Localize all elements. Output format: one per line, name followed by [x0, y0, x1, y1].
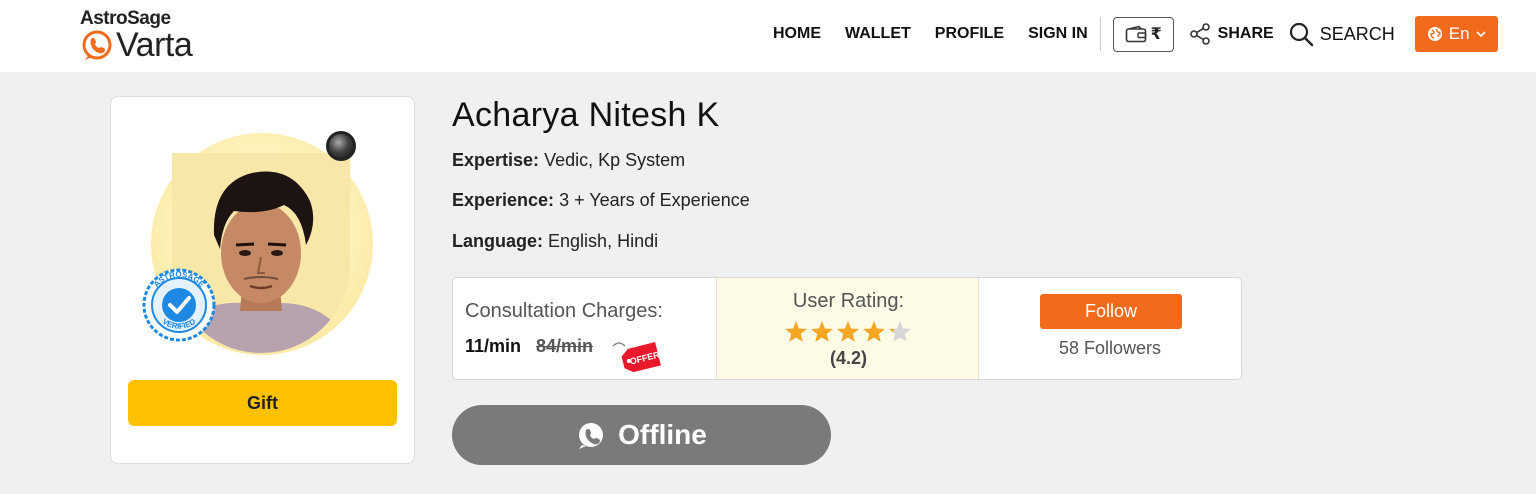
- rating-star-3: [837, 321, 859, 342]
- charges-old-price: 84/min: [536, 336, 594, 356]
- rupee-symbol: ₹: [1150, 26, 1162, 43]
- phone-chat-icon: [579, 423, 604, 449]
- language-label: En: [1448, 24, 1470, 43]
- top-header: AstroSage Varta HOME WALLET PROFILE SIGN…: [0, 0, 1536, 72]
- main-nav: HOME WALLET PROFILE SIGN IN ₹ SHARE SEAR…: [773, 16, 1498, 52]
- expertise-row: Expertise: Vedic, Kp System: [452, 150, 685, 171]
- followers-count: 58 Followers: [1058, 338, 1162, 358]
- nav-divider: [1099, 17, 1101, 51]
- phone-chat-icon: [82, 30, 112, 60]
- follow-section: Follow 58 Followers: [979, 278, 1241, 379]
- stats-box: Consultation Charges: 11/min 84/min OFFE…: [452, 277, 1242, 380]
- nav-wallet[interactable]: WALLET: [845, 25, 911, 43]
- language-dropdown[interactable]: En: [1414, 16, 1498, 52]
- verified-badge-icon: ASTROSAGE VERIFIED: [142, 268, 216, 342]
- expertise-value: Vedic, Kp System: [544, 150, 686, 170]
- search-icon: [1289, 22, 1313, 47]
- language-value: English, Hindi: [548, 231, 659, 251]
- rating-star-2: [811, 321, 833, 342]
- rating-value: (4.2): [829, 348, 867, 368]
- offline-label: Offline: [618, 419, 707, 450]
- experience-label: Experience:: [452, 190, 555, 210]
- wallet-button[interactable]: ₹: [1112, 16, 1174, 52]
- user-rating: User Rating: (4.2): [716, 278, 979, 379]
- charges-price: 11/min: [465, 336, 522, 356]
- offline-status-button[interactable]: Offline: [452, 405, 831, 465]
- nav-profile[interactable]: PROFILE: [935, 25, 1004, 43]
- astrosage-varta-logo[interactable]: AstroSage Varta: [78, 6, 238, 66]
- rating-star-1: [785, 321, 807, 342]
- chevron-down-icon: [1476, 31, 1486, 38]
- rating-star-5: [889, 321, 911, 342]
- nav-sign-in[interactable]: SIGN IN: [1028, 25, 1088, 43]
- offer-tag-icon: OFFER: [612, 342, 661, 373]
- wallet-icon: [1125, 25, 1146, 43]
- nav-home[interactable]: HOME: [773, 25, 821, 43]
- share-button[interactable]: SHARE: [1188, 22, 1274, 46]
- experience-row: Experience: 3 + Years of Experience: [452, 190, 750, 211]
- share-icon: [1189, 23, 1210, 45]
- search-label: SEARCH: [1319, 23, 1395, 44]
- gift-button[interactable]: Gift: [128, 380, 397, 426]
- rating-label: User Rating:: [792, 290, 905, 312]
- logo-bottom: Varta: [80, 26, 193, 64]
- astrologer-name: Acharya Nitesh K: [452, 96, 720, 134]
- charges-label: Consultation Charges:: [465, 300, 663, 322]
- language-row: Language: English, Hindi: [452, 231, 658, 252]
- experience-value: 3 + Years of Experience: [559, 190, 750, 210]
- rating-star-4: [863, 321, 885, 342]
- consultation-charges: Consultation Charges: 11/min 84/min OFFE…: [453, 278, 716, 379]
- status-indicator: [326, 131, 356, 161]
- astrologer-profile-card: ASTROSAGE VERIFIED Gift: [110, 96, 415, 464]
- rating-stars: [785, 321, 911, 342]
- language-label-text: Language:: [452, 231, 544, 251]
- share-label: SHARE: [1217, 25, 1274, 42]
- logo-varta-text: Varta: [116, 26, 193, 64]
- follow-button[interactable]: Follow: [1040, 294, 1182, 329]
- expertise-label: Expertise:: [452, 150, 540, 170]
- globe-icon: [1427, 27, 1442, 41]
- search-button[interactable]: SEARCH: [1288, 21, 1395, 47]
